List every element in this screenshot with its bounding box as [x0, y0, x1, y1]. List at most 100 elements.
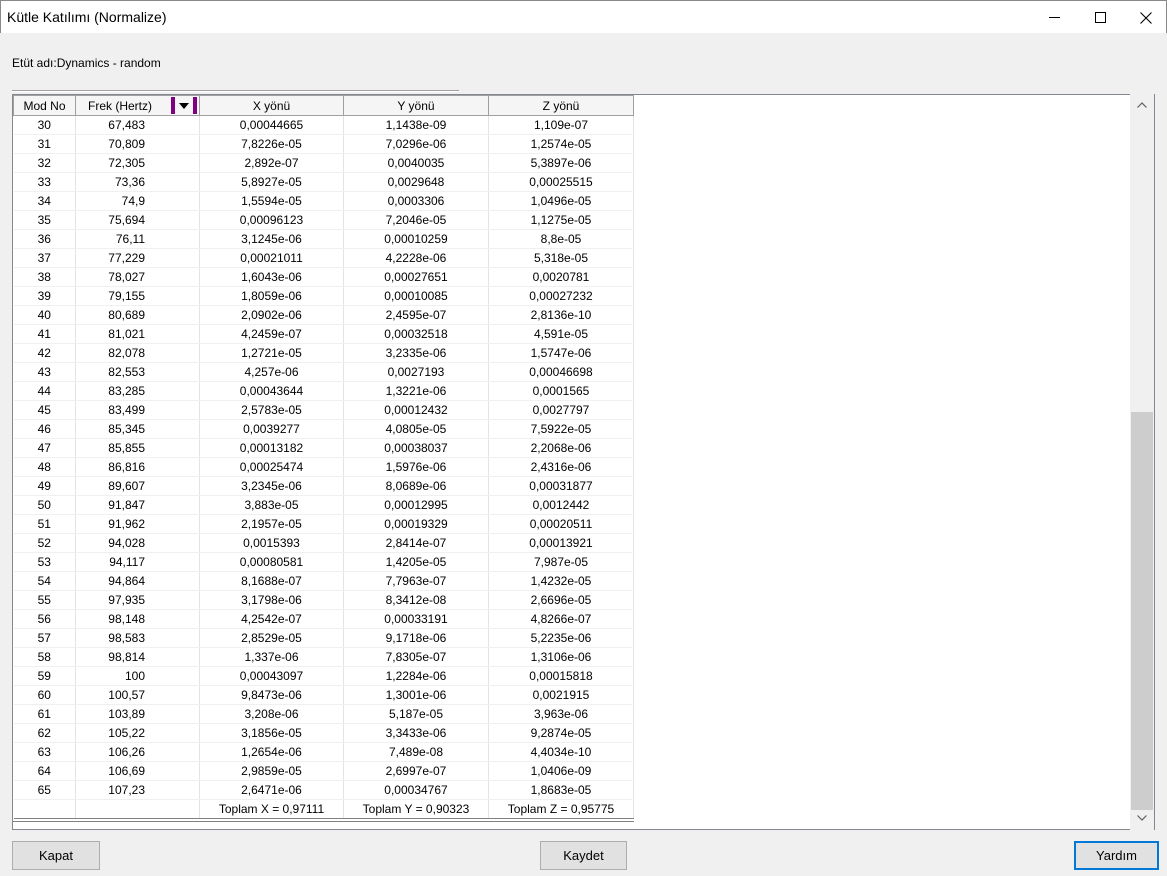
- cell-x: 0,00043644: [199, 381, 344, 401]
- table-row[interactable]: 33 73,36 5,8927e-05 0,0029648 0,00025515: [13, 172, 634, 192]
- scroll-up-arrow-icon[interactable]: [1130, 95, 1154, 115]
- cell-x: 0,00044665: [199, 115, 344, 135]
- maximize-icon: [1094, 12, 1106, 23]
- table-row[interactable]: 40 80,689 2,0902e-06 2,4595e-07 2,8136e-10: [13, 305, 634, 325]
- next-rows-partial: 66 107,71 0,0004350 0,0003730 0,0003730: [13, 821, 634, 829]
- cell-x: 3,1245e-06: [199, 229, 344, 249]
- vertical-scrollbar[interactable]: [1130, 94, 1154, 830]
- table-row[interactable]: 43 82,553 4,257e-06 0,0027193 0,00046698: [13, 362, 634, 382]
- cell-mode-no: 38: [13, 267, 76, 287]
- cell-mode-no: 34: [13, 191, 76, 211]
- table-row[interactable]: 44 83,285 0,00043644 1,3221e-06 0,0001565: [13, 381, 634, 401]
- frequency-filter-dropdown[interactable]: [171, 97, 197, 114]
- table-row[interactable]: 39 79,155 1,8059e-06 0,00010085 0,00027232: [13, 286, 634, 306]
- cell-mode-no: 62: [13, 723, 76, 743]
- table-row[interactable]: 46 85,345 0,0039277 4,0805e-05 7,5922e-05: [13, 419, 634, 439]
- table-row[interactable]: 30 67,483 0,00044665 1,1438e-09 1,109e-07: [13, 115, 634, 135]
- help-button[interactable]: Yardım: [1074, 841, 1159, 870]
- table-row[interactable]: 31 70,809 7,8226e-05 7,0296e-06 1,2574e-05: [13, 134, 634, 154]
- close-window-button[interactable]: [1123, 1, 1167, 34]
- close-button[interactable]: Kapat: [12, 841, 100, 870]
- cell-z: 0,0027797: [488, 400, 634, 420]
- table-row[interactable]: 50 91,847 3,883e-05 0,00012995 0,0012442: [13, 495, 634, 515]
- cell-frequency: 94,028: [75, 533, 200, 553]
- cell-x: 3,208e-06: [199, 704, 344, 724]
- col-header-frequency[interactable]: Frek (Hertz): [75, 95, 200, 116]
- cell-mode-no: 40: [13, 305, 76, 325]
- cell-z: 0,00027232: [488, 286, 634, 306]
- table-row[interactable]: 36 76,11 3,1245e-06 0,00010259 8,8e-05: [13, 229, 634, 249]
- table-row[interactable]: 53 94,117 0,00080581 1,4205e-05 7,987e-05: [13, 552, 634, 572]
- table-row[interactable]: 64 106,69 2,9859e-05 2,6997e-07 1,0406e-09: [13, 761, 634, 781]
- cell-x: 0,00013182: [199, 438, 344, 458]
- cell-y: 2,6997e-07: [343, 761, 489, 781]
- cell-y: 1,2284e-06: [343, 666, 489, 686]
- cell-z: 5,2235e-06: [488, 628, 634, 648]
- cell-frequency: 74,9: [75, 191, 200, 211]
- cell-y: 0,00012432: [343, 400, 489, 420]
- col-header-x-direction[interactable]: X yönü: [199, 95, 344, 116]
- table-row[interactable]: 54 94,864 8,1688e-07 7,7963e-07 1,4232e-05: [13, 571, 634, 591]
- save-button[interactable]: Kaydet: [540, 841, 627, 870]
- table-row[interactable]: 51 91,962 2,1957e-05 0,00019329 0,00020511: [13, 514, 634, 534]
- cell-mode-no: 59: [13, 666, 76, 686]
- table-row[interactable]: 52 94,028 0,0015393 2,8414e-07 0,00013921: [13, 533, 634, 553]
- cell-z: 4,591e-05: [488, 324, 634, 344]
- col-header-mode-no[interactable]: Mod No: [13, 95, 76, 116]
- cell-x: 0,00043097: [199, 666, 344, 686]
- cell-frequency: 100,57: [75, 685, 200, 705]
- cell-frequency: 83,285: [75, 381, 200, 401]
- table-row[interactable]: 60 100,57 9,8473e-06 1,3001e-06 0,0021915: [13, 685, 634, 705]
- table-row[interactable]: 63 106,26 1,2654e-06 7,489e-08 4,4034e-10: [13, 742, 634, 762]
- cell-x: 5,8927e-05: [199, 172, 344, 192]
- cell-y: 0,0003306: [343, 191, 489, 211]
- cell-mode-no: 65: [13, 780, 76, 800]
- table-row[interactable]: 57 98,583 2,8529e-05 9,1718e-06 5,2235e-06: [13, 628, 634, 648]
- table-row[interactable]: 48 86,816 0,00025474 1,5976e-06 2,4316e-06: [13, 457, 634, 477]
- table-row[interactable]: 34 74,9 1,5594e-05 0,0003306 1,0496e-05: [13, 191, 634, 211]
- cell-x: 1,337e-06: [199, 647, 344, 667]
- col-header-z-direction[interactable]: Z yönü: [488, 95, 634, 116]
- table-row[interactable]: 56 98,148 4,2542e-07 0,00033191 4,8266e-07: [13, 609, 634, 629]
- cell-x: 2,1957e-05: [199, 514, 344, 534]
- table-row[interactable]: 61 103,89 3,208e-06 5,187e-05 3,963e-06: [13, 704, 634, 724]
- cell-frequency: 94,864: [75, 571, 200, 591]
- minimize-button[interactable]: [1031, 1, 1077, 34]
- cell-frequency: 70,809: [75, 134, 200, 154]
- scrollbar-thumb[interactable]: [1131, 412, 1153, 810]
- cell-mode-no: 37: [13, 248, 76, 268]
- table-row[interactable]: 55 97,935 3,1798e-06 8,3412e-08 2,6696e-05: [13, 590, 634, 610]
- cell-frequency: 105,22: [75, 723, 200, 743]
- cell-x: 8,1688e-07: [199, 571, 344, 591]
- table-row[interactable]: 45 83,499 2,5783e-05 0,00012432 0,0027797: [13, 400, 634, 420]
- cell-y: 3,3433e-06: [343, 723, 489, 743]
- cell-z: 1,0406e-09: [488, 761, 634, 781]
- table-row[interactable]: 41 81,021 4,2459e-07 0,00032518 4,591e-05: [13, 324, 634, 344]
- table-row[interactable]: 47 85,855 0,00013182 0,00038037 2,2068e-06: [13, 438, 634, 458]
- table-row[interactable]: 65 107,23 2,6471e-06 0,00034767 1,8683e-05: [13, 780, 634, 800]
- scroll-down-arrow-icon[interactable]: [1130, 808, 1154, 828]
- cell-mode-no: 47: [13, 438, 76, 458]
- cell-x: 2,892e-07: [199, 153, 344, 173]
- maximize-button[interactable]: [1077, 1, 1123, 34]
- cell-y: 1,1438e-09: [343, 115, 489, 135]
- table-row[interactable]: 35 75,694 0,00096123 7,2046e-05 1,1275e-05: [13, 210, 634, 230]
- col-header-y-direction[interactable]: Y yönü: [343, 95, 489, 116]
- cell-z: 3,963e-06: [488, 704, 634, 724]
- table-row[interactable]: 37 77,229 0,00021011 4,2228e-06 5,318e-05: [13, 248, 634, 268]
- cell-x: 2,5783e-05: [199, 400, 344, 420]
- cell-z: 0,0020781: [488, 267, 634, 287]
- cell-x: 4,257e-06: [199, 362, 344, 382]
- table-row[interactable]: 42 82,078 1,2721e-05 3,2335e-06 1,5747e-06: [13, 343, 634, 363]
- mass-participation-grid[interactable]: Mod No Frek (Hertz) X yönü Y yönü Z yönü…: [12, 94, 1155, 830]
- cell-y: 8,0689e-06: [343, 476, 489, 496]
- cell-z: 0,00025515: [488, 172, 634, 192]
- table-row[interactable]: 58 98,814 1,337e-06 7,8305e-07 1,3106e-06: [13, 647, 634, 667]
- table-row[interactable]: 59 100 0,00043097 1,2284e-06 0,00015818: [13, 666, 634, 686]
- table-row[interactable]: 49 89,607 3,2345e-06 8,0689e-06 0,00031877: [13, 476, 634, 496]
- cell-z: 8,8e-05: [488, 229, 634, 249]
- table-row[interactable]: 32 72,305 2,892e-07 0,0040035 5,3897e-06: [13, 153, 634, 173]
- table-row[interactable]: 62 105,22 3,1856e-05 3,3433e-06 9,2874e-05: [13, 723, 634, 743]
- table-row[interactable]: 38 78,027 1,6043e-06 0,00027651 0,0020781: [13, 267, 634, 287]
- cell-z: 0,00046698: [488, 362, 634, 382]
